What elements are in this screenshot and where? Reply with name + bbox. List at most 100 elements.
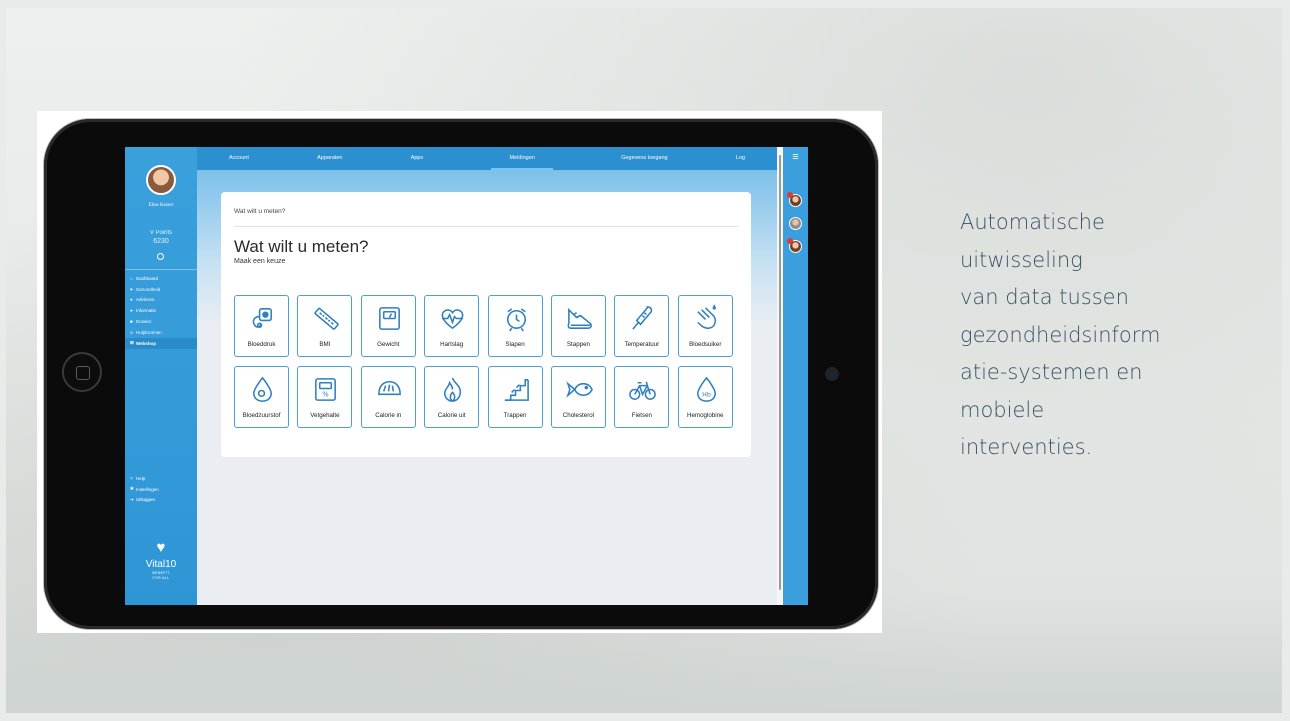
sidebar-item-label: Adviezen	[136, 297, 155, 303]
bread-icon	[377, 380, 401, 396]
tile-slapen[interactable]: Slapen	[487, 295, 543, 357]
page-subtitle: Maak een keuze	[234, 258, 286, 265]
sidebar-item-label: Help	[136, 475, 146, 481]
contact-avatar[interactable]	[789, 217, 802, 230]
svg-text:%: %	[323, 390, 330, 398]
ruler-icon	[314, 307, 340, 330]
tab-account[interactable]: Account	[229, 147, 249, 170]
contacts-bar: ≡	[783, 147, 808, 605]
tile-hartslag[interactable]: Hartslag	[424, 295, 480, 357]
contact-avatar[interactable]	[787, 238, 802, 253]
sidebar-nav: ⌂ Dashboard ♥ Gezondheid ● Adviezen ● In…	[125, 273, 197, 349]
caption-line: van data tussen	[960, 285, 1129, 309]
brand-tagline-2: FOR ALL	[152, 576, 170, 580]
points-indicator-icon	[157, 253, 164, 260]
tile-label: Slapen	[505, 341, 525, 348]
tab-gegevens-toegang[interactable]: Gegevens toegang	[621, 147, 667, 170]
user-name: Elise Keizer	[148, 203, 174, 208]
fish-icon	[566, 381, 593, 398]
finger-prick-icon	[696, 304, 716, 330]
tile-calorie-uit[interactable]: Calorie uit	[424, 366, 480, 428]
caption-line: mobiele	[960, 397, 1045, 422]
sidebar: Elise Keizer V Points 6230 ⌂ Dashboard ♥…	[125, 147, 197, 605]
top-tab-bar: Account Apparaten Apps Meldingen Gegeven…	[197, 147, 777, 170]
sidebar-item-adviezen[interactable]: ● Adviezen	[125, 295, 197, 306]
tab-apps[interactable]: Apps	[411, 147, 424, 170]
tile-label: Stappen	[566, 341, 590, 348]
tile-label: Cholesterol	[562, 412, 595, 419]
brand-tagline: BENEFIT	[152, 571, 170, 575]
tile-label: Temperatuur	[624, 341, 660, 348]
avatar[interactable]	[146, 165, 176, 195]
sidebar-item-webshop[interactable]: ⊞ Webshop	[125, 337, 197, 349]
tile-label: Calorie in	[375, 412, 402, 419]
tile-bloeddruk[interactable]: Bloeddruk	[234, 295, 289, 357]
page-title: Wat wilt u meten?	[234, 237, 369, 256]
tile-bloedzuurstof[interactable]: Bloedzuurstof	[234, 366, 289, 428]
sidebar-item-label: Dashboard	[136, 275, 159, 281]
sidebar-item-label: Webshop	[136, 340, 157, 346]
tile-trappen[interactable]: Trappen	[487, 366, 543, 428]
tile-calorie-in[interactable]: Calorie in	[360, 366, 416, 428]
sidebar-item-help[interactable]: ? Help	[125, 473, 197, 484]
sidebar-bottom-nav: ? Help ✱ Instellingen ➜ Uitloggen	[125, 473, 197, 505]
tablet-camera	[827, 369, 837, 379]
tile-vetgehalte[interactable]: % Vetgehalte	[297, 366, 353, 428]
tile-label: Hartslag	[440, 341, 464, 348]
tile-label: Vetgehalte	[310, 412, 340, 419]
sidebar-item-hulpbronnen[interactable]: ∞ Hulpbronnen	[125, 327, 197, 338]
blood-pressure-icon	[252, 308, 272, 328]
tile-label: Bloedzuurstof	[242, 412, 281, 419]
measurement-card: Wat wilt u meten? Wat wilt u meten? Maak…	[221, 192, 751, 457]
tablet-home-button	[62, 352, 102, 392]
tile-label: Fietsen	[631, 412, 652, 419]
points-label: V Points	[149, 230, 173, 236]
sidebar-item-gezondheid[interactable]: ♥ Gezondheid	[125, 284, 197, 295]
thermometer-icon	[632, 306, 653, 330]
heart-logo-icon: ♥	[156, 539, 166, 556]
brand-name: Vital10	[145, 559, 177, 570]
sidebar-item-instellingen[interactable]: ✱ Instellingen	[125, 484, 197, 495]
drop-icon	[253, 376, 272, 402]
tab-meldingen[interactable]: Meldingen	[491, 147, 552, 170]
notification-badge	[787, 238, 793, 244]
hamburger-menu-icon[interactable]: ≡	[790, 152, 801, 163]
breadcrumb: Wat wilt u meten?	[234, 208, 286, 215]
scale-icon	[378, 307, 400, 330]
tile-temperatuur[interactable]: Temperatuur	[614, 295, 670, 357]
contact-avatar[interactable]	[787, 192, 802, 207]
sidebar-divider	[125, 269, 197, 270]
caption-line: gezondheidsinform	[960, 322, 1161, 347]
tab-log[interactable]: Log	[736, 147, 745, 170]
tile-bloedsuiker[interactable]: Bloedsuiker	[677, 295, 733, 357]
tile-gewicht[interactable]: Gewicht	[360, 295, 416, 357]
tile-label: Bloedsuiker	[689, 341, 722, 348]
tile-stappen[interactable]: Stappen	[550, 295, 606, 357]
bicycle-icon	[629, 381, 657, 400]
measurement-grid: Bloeddruk BMI Gewicht Hartslag Slapen St…	[234, 295, 733, 428]
slide-caption: Automatische uitwisseling van data tusse…	[960, 204, 1280, 467]
tile-label: BMI	[319, 341, 331, 348]
tab-apparaten[interactable]: Apparaten	[317, 147, 342, 170]
tile-label: Gewicht	[377, 341, 400, 348]
sidebar-item-informatie[interactable]: ● Informatie	[125, 305, 197, 316]
sidebar-item-dashboard[interactable]: ⌂ Dashboard	[125, 273, 197, 284]
tile-label: Calorie uit	[437, 412, 466, 419]
tile-cholesterol[interactable]: Cholesterol	[550, 366, 606, 428]
sidebar-item-uitloggen[interactable]: ➜ Uitloggen	[125, 495, 197, 506]
brand-logo: ♥ Vital10 BENEFIT FOR ALL	[125, 540, 197, 580]
tile-bmi[interactable]: BMI	[297, 295, 353, 357]
svg-text:Hb: Hb	[702, 391, 711, 398]
caption-line: atie-systemen en	[960, 360, 1143, 384]
tile-hemoglobine[interactable]: Hb Hemoglobine	[677, 366, 733, 428]
body-fat-scale-icon: %	[315, 378, 337, 401]
sidebar-item-label: Informatie	[136, 308, 157, 314]
points-value: 6230	[153, 238, 169, 245]
stairs-icon	[504, 379, 529, 401]
sidebar-item-dossier[interactable]: ■ Dossier	[125, 316, 197, 327]
tablet-screen: Elise Keizer V Points 6230 ⌂ Dashboard ♥…	[125, 147, 808, 605]
sidebar-item-label: Uitloggen	[136, 497, 156, 503]
caption-line: interventies.	[960, 435, 1093, 459]
tile-fietsen[interactable]: Fietsen	[614, 366, 670, 428]
tile-label: Bloeddruk	[247, 341, 276, 348]
